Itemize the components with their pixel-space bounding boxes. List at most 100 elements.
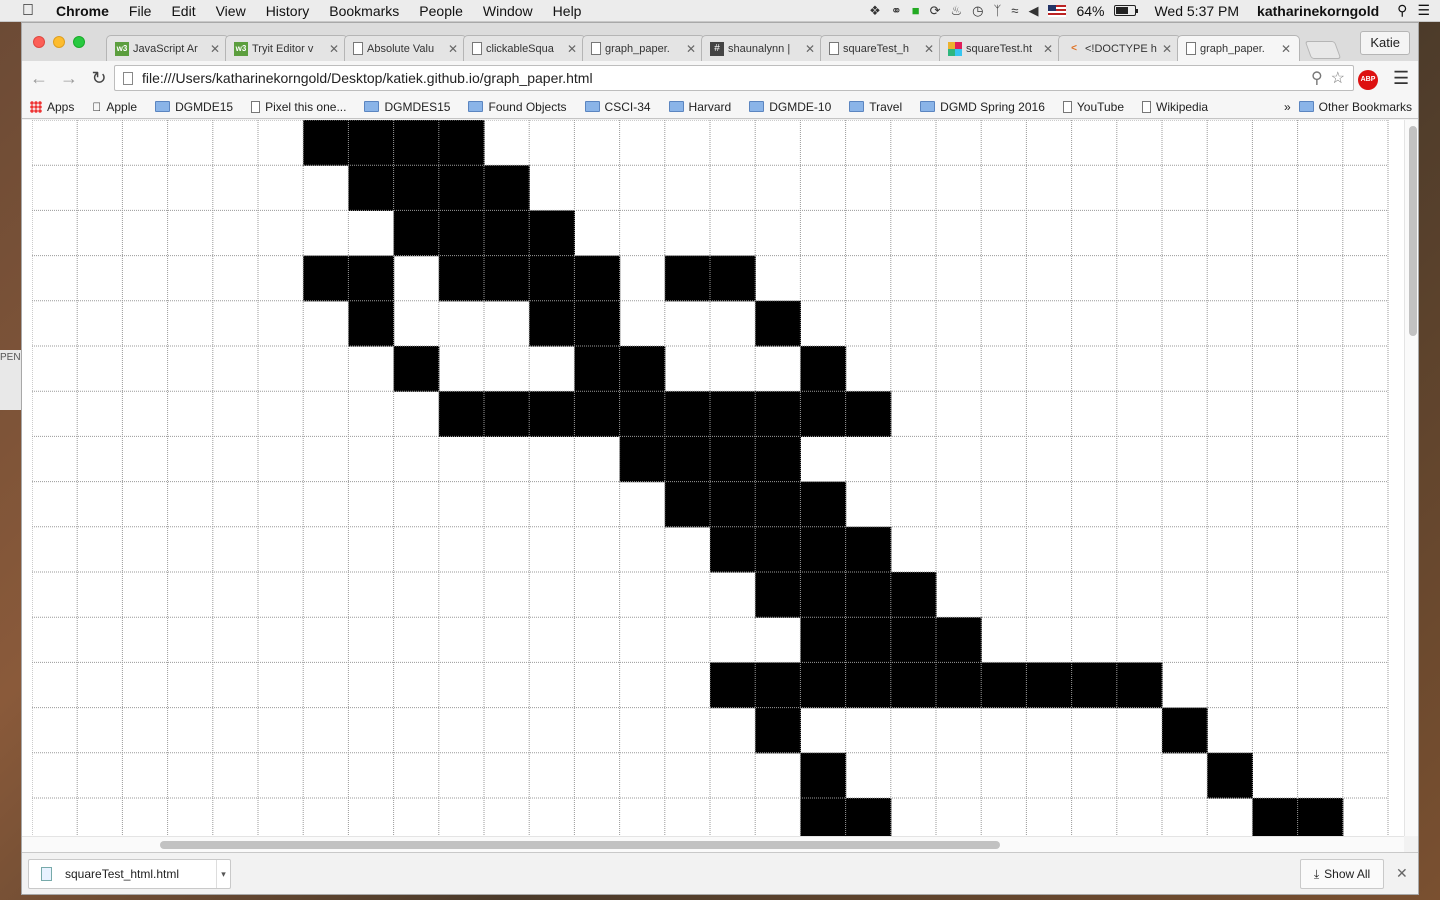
filled-cell[interactable] <box>845 662 892 709</box>
filled-cell[interactable] <box>664 481 711 528</box>
horizontal-scrollbar[interactable] <box>22 836 1404 852</box>
filled-cell[interactable] <box>710 391 756 437</box>
filled-cell[interactable] <box>755 707 801 754</box>
browser-tab[interactable]: Absolute Valu ✕ <box>344 35 467 61</box>
zoom-icon[interactable]: ⚲ <box>1311 68 1323 88</box>
filled-cell[interactable] <box>348 255 395 302</box>
notification-center-icon[interactable]: ☰ <box>1417 2 1430 19</box>
close-tab-icon[interactable]: ✕ <box>924 42 934 56</box>
bookmark-page[interactable]: YouTube <box>1062 100 1124 114</box>
filled-cell[interactable] <box>348 120 395 166</box>
filled-cell[interactable] <box>755 300 801 347</box>
close-tab-icon[interactable]: ✕ <box>1281 42 1291 56</box>
filled-cell[interactable] <box>664 391 711 437</box>
browser-tab[interactable]: # shaunalynn | ✕ <box>701 35 824 61</box>
menu-history[interactable]: History <box>256 3 320 19</box>
filled-cell[interactable] <box>710 481 756 528</box>
menu-edit[interactable]: Edit <box>161 3 205 19</box>
filled-cell[interactable] <box>438 120 485 166</box>
filled-cell[interactable] <box>438 165 485 211</box>
browser-tab[interactable]: graph_paper. ✕ <box>582 35 705 61</box>
dropbox-icon[interactable]: ❖ <box>869 3 881 19</box>
graph-paper-grid[interactable] <box>32 120 1404 836</box>
filled-cell[interactable] <box>484 255 530 302</box>
flame-icon[interactable]: ♨ <box>950 3 962 19</box>
bookmark-folder[interactable]: DGMDES15 <box>364 100 450 114</box>
filled-cell[interactable] <box>393 210 440 257</box>
filled-cell[interactable] <box>800 617 847 663</box>
filled-cell[interactable] <box>619 436 666 483</box>
filled-cell[interactable] <box>1252 798 1299 836</box>
filled-cell[interactable] <box>800 346 847 392</box>
filled-cell[interactable] <box>890 617 937 663</box>
filled-cell[interactable] <box>1207 752 1253 799</box>
sync-icon[interactable]: ⟳ <box>930 3 941 19</box>
zoom-window-button[interactable] <box>73 36 85 48</box>
close-tab-icon[interactable]: ✕ <box>567 42 577 56</box>
time-machine-icon[interactable]: ◷ <box>972 3 983 19</box>
browser-tab[interactable]: squareTest_h ✕ <box>820 35 943 61</box>
filled-cell[interactable] <box>484 210 530 257</box>
bookmark-apple[interactable]: Apple <box>92 100 137 114</box>
filled-cell[interactable] <box>438 391 485 437</box>
filled-cell[interactable] <box>800 391 847 437</box>
close-tab-icon[interactable]: ✕ <box>448 42 458 56</box>
filled-cell[interactable] <box>619 346 666 392</box>
filled-cell[interactable] <box>981 662 1027 709</box>
filled-cell[interactable] <box>574 391 621 437</box>
bookmark-folder[interactable]: Harvard <box>668 100 731 114</box>
close-download-shelf-icon[interactable]: ✕ <box>1396 865 1408 882</box>
menu-file[interactable]: File <box>119 3 162 19</box>
filled-cell[interactable] <box>393 346 440 392</box>
user-name[interactable]: katharinekorngold <box>1257 3 1379 19</box>
filled-cell[interactable] <box>710 255 756 302</box>
forward-arrow-icon[interactable]: → <box>56 68 82 89</box>
vertical-scrollbar[interactable] <box>1404 120 1418 836</box>
menu-window[interactable]: Window <box>473 3 543 19</box>
filled-cell[interactable] <box>936 662 982 709</box>
spotlight-search-icon[interactable]: ⚲ <box>1397 2 1407 19</box>
input-source-flag-icon[interactable] <box>1048 4 1067 17</box>
menu-help[interactable]: Help <box>543 3 592 19</box>
filled-cell[interactable] <box>348 165 395 211</box>
evernote-icon[interactable]: ■ <box>912 3 920 18</box>
chrome-menu-icon[interactable]: ☰ <box>1393 68 1409 89</box>
filled-cell[interactable] <box>393 165 440 211</box>
close-tab-icon[interactable]: ✕ <box>1162 42 1172 56</box>
filled-cell[interactable] <box>1297 798 1344 836</box>
vertical-scrollbar-thumb[interactable] <box>1409 126 1417 336</box>
filled-cell[interactable] <box>1071 662 1118 709</box>
app-menu[interactable]: Chrome <box>56 3 119 19</box>
horizontal-scrollbar-thumb[interactable] <box>160 841 1000 849</box>
close-tab-icon[interactable]: ✕ <box>1043 42 1053 56</box>
back-arrow-icon[interactable]: ← <box>26 68 52 89</box>
filled-cell[interactable] <box>529 300 575 347</box>
close-tab-icon[interactable]: ✕ <box>805 42 815 56</box>
filled-cell[interactable] <box>800 798 847 836</box>
filled-cell[interactable] <box>619 391 666 437</box>
address-bar[interactable]: file:///Users/katharinekorngold/Desktop/… <box>114 65 1354 91</box>
filled-cell[interactable] <box>529 255 575 302</box>
filled-cell[interactable] <box>755 391 801 437</box>
new-tab-button[interactable] <box>1304 41 1342 59</box>
close-window-button[interactable] <box>33 36 45 48</box>
filled-cell[interactable] <box>800 572 847 618</box>
close-tab-icon[interactable]: ✕ <box>210 42 220 56</box>
filled-cell[interactable] <box>800 752 847 799</box>
close-tab-icon[interactable]: ✕ <box>329 42 339 56</box>
other-bookmarks-folder[interactable]: Other Bookmarks <box>1298 100 1412 114</box>
filled-cell[interactable] <box>664 436 711 483</box>
address-url[interactable]: file:///Users/katharinekorngold/Desktop/… <box>142 70 1311 86</box>
browser-tab[interactable]: < <!DOCTYPE h ✕ <box>1058 35 1181 61</box>
filled-cell[interactable] <box>845 798 892 836</box>
filled-cell[interactable] <box>1162 707 1208 754</box>
show-all-downloads-button[interactable]: ⤓ Show All <box>1300 859 1384 889</box>
apple-menu-icon[interactable]:  <box>0 2 56 20</box>
filled-cell[interactable] <box>890 572 937 618</box>
filled-cell[interactable] <box>755 526 801 573</box>
bookmark-folder[interactable]: DGMDE15 <box>155 100 233 114</box>
filled-cell[interactable] <box>845 572 892 618</box>
bookmark-page[interactable]: Pixel this one... <box>251 100 346 114</box>
bookmark-folder[interactable]: DGMD Spring 2016 <box>920 100 1045 114</box>
bookmark-folder[interactable]: CSCI-34 <box>584 100 651 114</box>
